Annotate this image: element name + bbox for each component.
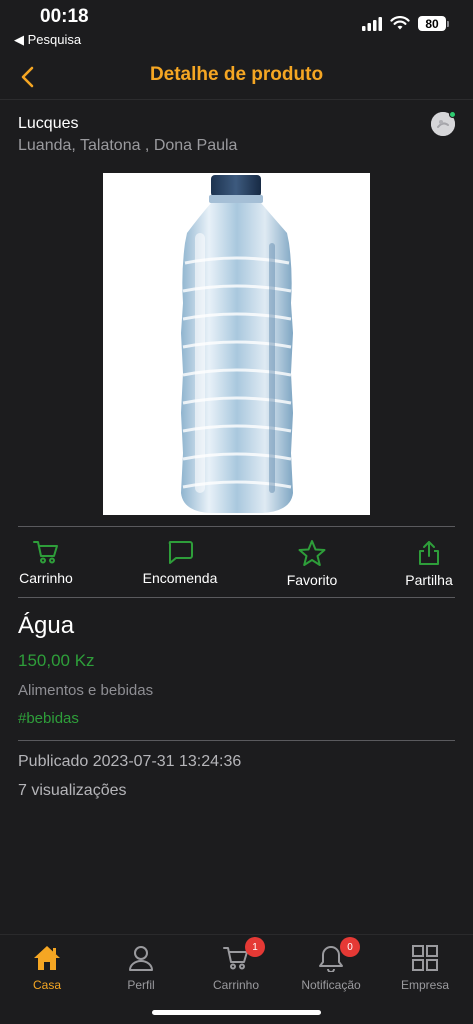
favorite-button[interactable]: Favorito [281,540,343,588]
signal-icon [362,16,382,31]
view-count: 7 visualizações [18,782,127,799]
share-button[interactable]: Partilha [403,540,455,588]
cart-icon [33,541,58,564]
seller-location: Luanda, Talatona , Dona Paula [18,137,238,154]
tab-label: Carrinho [212,978,260,992]
online-status-dot [449,111,456,118]
tab-label: Perfil [127,978,155,992]
chat-bubble-icon [168,541,193,564]
product-image[interactable] [103,173,370,515]
divider [18,526,455,527]
home-indicator [152,1010,321,1015]
divider [18,597,455,598]
status-time: 00:18 [40,6,89,27]
tab-casa[interactable]: Casa [0,943,94,992]
product-actions: Carrinho Encomenda Favorito Partilha [0,540,473,590]
tab-notificacao[interactable]: 0 Notificação [284,937,378,992]
person-icon [129,946,153,971]
wifi-icon [390,16,410,30]
tab-label: Casa [32,978,61,992]
page-title: Detalhe de produto [149,64,324,85]
battery-indicator: 80 [418,16,449,31]
seller-name: Lucques [18,115,79,132]
battery-level: 80 [418,16,446,31]
grid-icon [412,945,438,971]
order-button[interactable]: Encomenda [139,540,221,586]
cart-badge: 1 [245,937,265,957]
status-bar: 00:18 ◀ Pesquisa 80 [0,0,473,54]
seller-avatar[interactable] [431,111,456,136]
divider [18,740,455,741]
tab-empresa[interactable]: Empresa [378,943,472,992]
star-icon [298,540,326,566]
back-to-search-link[interactable]: ◀ Pesquisa [14,32,81,48]
share-icon [419,541,439,565]
action-label: Favorito [286,572,338,588]
seller-info: Lucques Luanda, Talatona , Dona Paula [18,115,237,155]
tab-bar: Casa Perfil 1 Carrinho 0 Notificação Emp… [0,934,473,1024]
action-label: Encomenda [142,570,218,586]
product-category: Alimentos e bebidas [18,682,154,699]
nav-bar: Detalhe de produto [0,54,473,100]
home-icon [34,946,60,970]
tab-label: Empresa [400,978,450,992]
action-label: Partilha [405,572,453,588]
tab-carrinho[interactable]: 1 Carrinho [189,937,283,992]
water-bottle-image [103,173,370,515]
notification-badge: 0 [340,937,360,957]
published-date: Publicado 2023-07-31 13:24:36 [18,753,242,770]
status-icons: 80 [362,16,449,31]
product-tag[interactable]: #bebidas [18,710,79,727]
tab-perfil[interactable]: Perfil [94,943,188,992]
product-price: 150,00 Kz [18,651,95,670]
action-label: Carrinho [19,570,73,586]
add-to-cart-button[interactable]: Carrinho [18,540,74,586]
tab-label: Notificação [301,978,361,992]
product-name: Água [18,612,75,639]
